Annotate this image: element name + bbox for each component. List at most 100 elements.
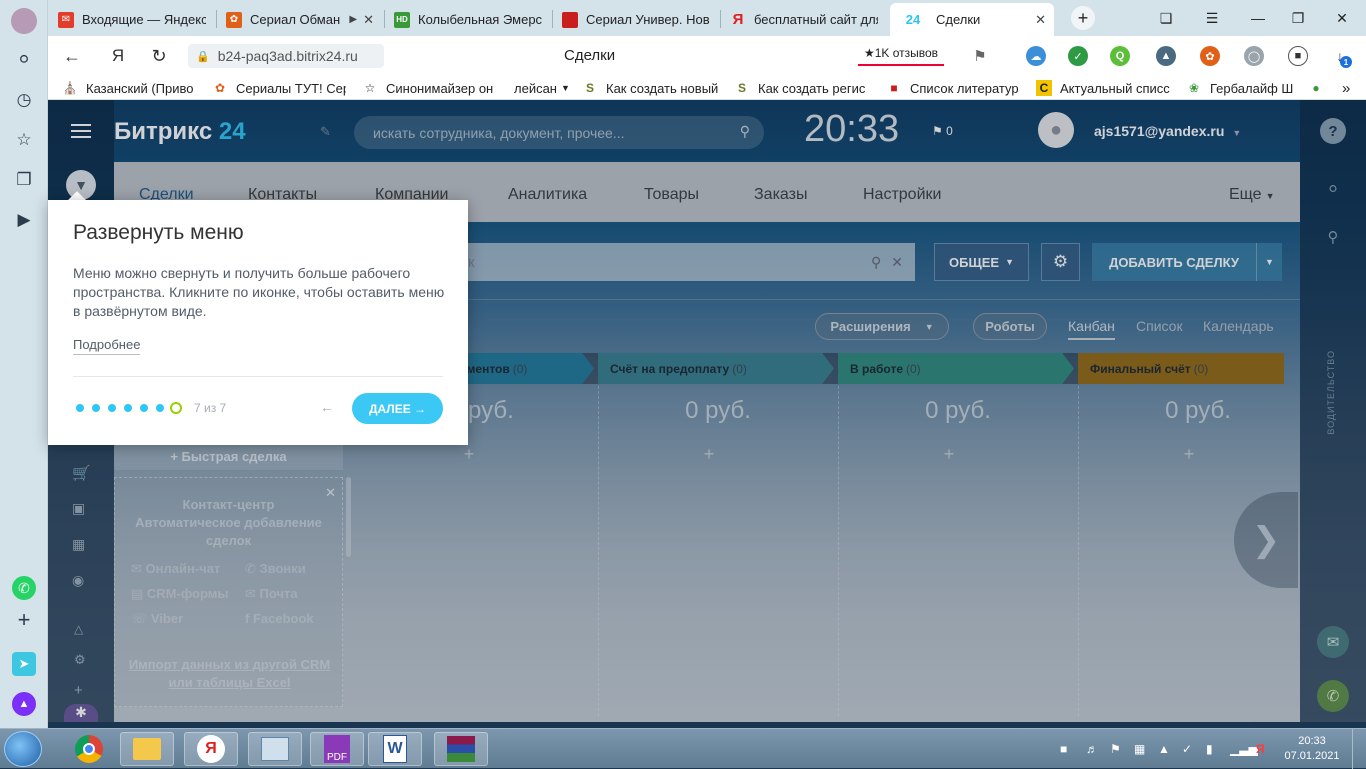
speaker-icon[interactable]: ▶ bbox=[349, 14, 357, 25]
bell-icon[interactable]: ⚪ bbox=[12, 48, 36, 72]
extensions-button[interactable]: Расширения ▼ bbox=[815, 313, 949, 340]
avatar[interactable]: ● bbox=[1038, 112, 1074, 148]
step-dot[interactable] bbox=[76, 404, 84, 412]
menu-icon[interactable]: ☰ bbox=[1200, 6, 1224, 30]
view-list[interactable]: Список bbox=[1136, 318, 1183, 334]
tab-lullaby[interactable]: HD Колыбельная Эмерс bbox=[386, 3, 550, 36]
explorer-icon[interactable] bbox=[120, 732, 174, 766]
channel-mail[interactable]: ✉ Почта bbox=[245, 585, 298, 603]
tab-deals[interactable]: 24 Сделки ✕ bbox=[890, 3, 1054, 36]
show-desktop-button[interactable] bbox=[1352, 729, 1366, 769]
word-icon[interactable]: W bbox=[368, 732, 422, 766]
whatsapp-icon[interactable]: ✆ bbox=[12, 576, 36, 600]
close-icon[interactable]: ✕ bbox=[325, 484, 336, 502]
add-deal-plus-icon[interactable]: + bbox=[829, 444, 1069, 465]
search-icon[interactable]: ⚲ bbox=[1320, 224, 1346, 250]
bookmark-item[interactable]: ■ Список литератур bbox=[886, 79, 1020, 97]
more-circle-icon[interactable]: ◉ bbox=[72, 572, 84, 589]
tabs-manager-icon[interactable]: ❏ bbox=[1154, 6, 1178, 30]
channel-facebook[interactable]: f Facebook bbox=[245, 610, 314, 628]
step-dot[interactable] bbox=[140, 404, 148, 412]
network-tray-icon[interactable]: ▲ bbox=[1158, 742, 1170, 756]
add-panel-icon[interactable]: + bbox=[12, 607, 36, 632]
bottom-star-icon[interactable]: ✱ bbox=[64, 704, 98, 722]
window-icon[interactable]: ▣ bbox=[72, 500, 85, 517]
channel-crm-forms[interactable]: ▤ CRM-формы bbox=[131, 585, 228, 603]
yandex-logo[interactable]: Я bbox=[106, 44, 130, 68]
deal-filter-input[interactable]: к ⚲ ✕ bbox=[468, 243, 915, 281]
back-icon[interactable]: ← bbox=[60, 44, 84, 68]
puzzle-ext-icon[interactable]: ■ bbox=[1288, 46, 1308, 66]
new-tab-button[interactable]: + bbox=[1071, 6, 1095, 30]
add-deal-plus-icon[interactable]: + bbox=[1069, 444, 1309, 465]
add-deal-dropdown-icon[interactable]: ▼ bbox=[1256, 243, 1282, 281]
add-deal-plus-icon[interactable]: + bbox=[349, 444, 589, 465]
control-panel-icon[interactable] bbox=[248, 732, 302, 766]
reviews-badge[interactable]: ★1K отзывов bbox=[858, 42, 944, 66]
clock[interactable]: 20:33 bbox=[804, 108, 899, 151]
url-field[interactable]: 🔒 b24-paq3ad.bitrix24.ru bbox=[188, 44, 384, 68]
triangle-ext-icon[interactable]: ▲ bbox=[1156, 46, 1176, 66]
menu-analytics[interactable]: Аналитика bbox=[508, 186, 587, 204]
flag-tray-icon[interactable]: ⚑ bbox=[1110, 742, 1121, 756]
tray-clock[interactable]: 20:33 07.01.2021 bbox=[1284, 734, 1340, 764]
horizontal-scrollbar[interactable] bbox=[358, 720, 1252, 722]
bookmark-item[interactable]: ❀ Гербалайф Ш bbox=[1186, 79, 1298, 97]
tab-close-icon[interactable]: ✕ bbox=[363, 12, 374, 28]
bookmark-item[interactable]: ✿ Сериалы ТУТ! Сер bbox=[212, 79, 346, 97]
teams-tray-icon[interactable]: ■ bbox=[1060, 742, 1067, 756]
fox-ext-icon[interactable]: ✿ bbox=[1200, 46, 1220, 66]
flag-counter[interactable]: ⚑ 0 bbox=[932, 124, 953, 138]
bookmark-item[interactable]: S Как создать новый bbox=[582, 79, 718, 97]
pencil-icon[interactable]: ✎ bbox=[320, 124, 331, 140]
phone-call-icon[interactable]: ✆ bbox=[1317, 680, 1349, 712]
step-dot[interactable] bbox=[124, 404, 132, 412]
cart-icon[interactable]: 🛒 bbox=[72, 464, 91, 482]
menu-more[interactable]: Еще ▼ bbox=[1229, 186, 1274, 204]
bookmarks-star-icon[interactable]: ☆ bbox=[12, 128, 36, 152]
yandex-browser-icon[interactable]: Я bbox=[184, 732, 238, 766]
user-menu[interactable]: ajs1571@yandex.ru ▼ bbox=[1094, 123, 1241, 139]
robots-button[interactable]: Роботы bbox=[973, 313, 1047, 340]
view-kanban[interactable]: Канбан bbox=[1068, 318, 1115, 340]
next-button[interactable]: ДАЛЕЕ → bbox=[352, 393, 443, 424]
security-tray-icon[interactable]: ✓ bbox=[1182, 742, 1192, 756]
winrar-icon[interactable] bbox=[434, 732, 488, 766]
bitrix-logo[interactable]: Битрикс 24 bbox=[114, 118, 246, 146]
tab-yandex-mail[interactable]: ✉ Входящие — Яндекс bbox=[50, 3, 214, 36]
view-calendar[interactable]: Календарь bbox=[1203, 318, 1274, 334]
bookmark-folder[interactable]: лейсан ▼ bbox=[514, 79, 570, 97]
add-deal-plus-icon[interactable]: + bbox=[589, 444, 829, 465]
send-icon[interactable]: ➤ bbox=[12, 652, 36, 676]
q-ext-icon[interactable]: Q bbox=[1110, 46, 1130, 66]
menu-products[interactable]: Товары bbox=[644, 186, 699, 204]
step-dot[interactable] bbox=[108, 404, 116, 412]
more-link[interactable]: Подробнее bbox=[73, 337, 141, 355]
minimize-icon[interactable]: — bbox=[1246, 6, 1270, 30]
scroll-right-arrow-icon[interactable]: ❯ bbox=[1234, 492, 1298, 588]
menu-toggle-icon[interactable] bbox=[71, 124, 91, 138]
tab-serial-obman[interactable]: ✿ Сериал Обман ▶ ✕ bbox=[218, 3, 382, 36]
channel-viber[interactable]: ☏ Viber bbox=[131, 610, 183, 628]
bookmark-item[interactable]: S Как создать регис bbox=[734, 79, 870, 97]
signal-tray-icon[interactable]: ▁▃▅ bbox=[1230, 742, 1258, 756]
apps-icon[interactable]: ▦ bbox=[72, 536, 85, 553]
add-deal-button[interactable]: ДОБАВИТЬ СДЕЛКУ bbox=[1092, 243, 1256, 281]
menu-orders[interactable]: Заказы bbox=[754, 186, 807, 204]
back-arrow-icon[interactable]: ← bbox=[320, 399, 334, 415]
clear-icon[interactable]: ✕ bbox=[891, 254, 903, 271]
step-dot[interactable] bbox=[92, 404, 100, 412]
menu-settings[interactable]: Настройки bbox=[863, 186, 941, 204]
profile-avatar[interactable] bbox=[11, 8, 37, 34]
apps-tray-icon[interactable]: ▦ bbox=[1134, 742, 1145, 756]
pdf-icon[interactable]: PDF bbox=[310, 732, 364, 766]
step-dot-current[interactable] bbox=[170, 402, 182, 414]
alice-icon[interactable]: ▲ bbox=[12, 692, 36, 716]
sitemap-icon[interactable]: △ bbox=[74, 622, 83, 636]
help-icon[interactable]: ? bbox=[1320, 118, 1346, 144]
reload-icon[interactable]: ↻ bbox=[147, 44, 171, 68]
chrome-icon[interactable] bbox=[62, 732, 116, 766]
yandex-tray-icon[interactable]: Я bbox=[1256, 742, 1265, 756]
step-dot[interactable] bbox=[156, 404, 164, 412]
sticker-icon[interactable]: ✉ bbox=[1317, 626, 1349, 658]
